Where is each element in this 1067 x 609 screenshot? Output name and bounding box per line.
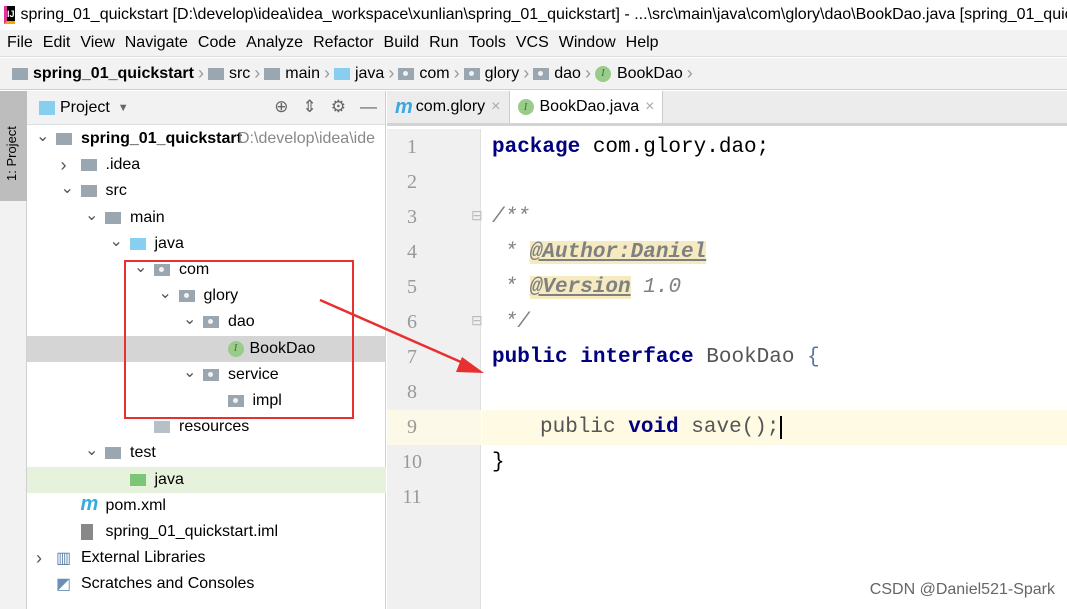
- watermark: CSDN @Daniel521-Spark: [869, 581, 1055, 598]
- annotation-arrow: [319, 298, 484, 373]
